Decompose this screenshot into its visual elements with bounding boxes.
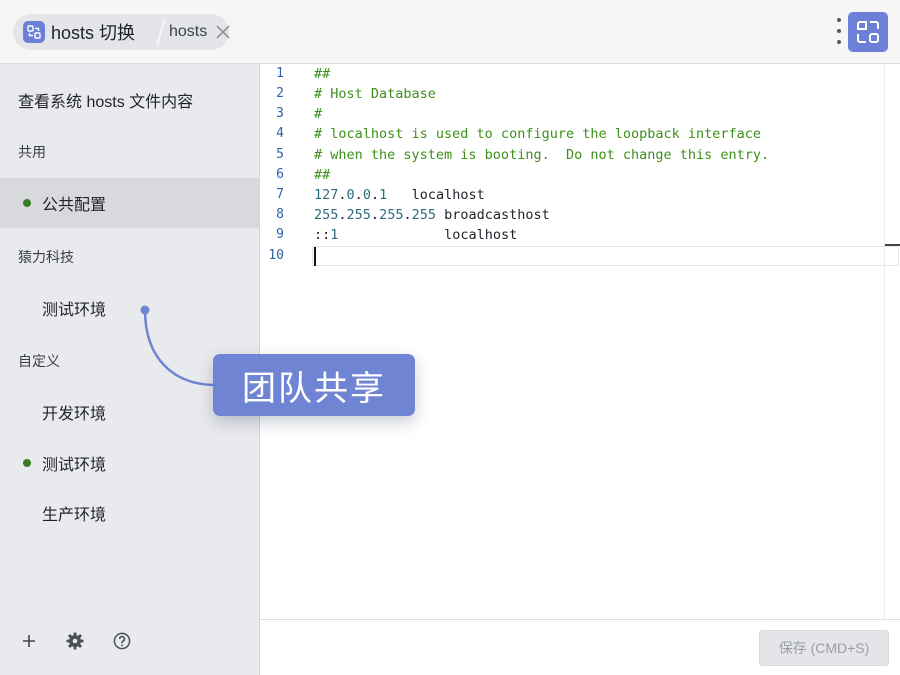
scroll-position-marker [885,244,900,246]
enabled-dot [23,459,31,467]
tab-strip: hosts 切换 hosts [13,14,231,50]
app-logo-icon [23,21,45,43]
sidebar-item-public-config[interactable]: 公共配置 [0,178,259,228]
code-line: # localhost is used to configure the loo… [314,126,762,142]
code-line-broadcast: 255.255.255.255 broadcasthost [314,205,550,225]
code-line: # when the system is booting. Do not cha… [314,147,770,163]
line-number: 4 [276,126,284,141]
ip-octet: 255 [314,207,339,223]
line-number: 8 [276,207,284,222]
view-system-hosts[interactable]: 查看系统 hosts 文件内容 [18,88,193,112]
hosts-editor[interactable]: 1 2 3 4 5 6 7 8 9 10 ## # Host Database … [260,64,900,620]
line-number: 1 [276,66,284,81]
line-number: 5 [276,147,284,162]
help-icon[interactable] [111,630,133,652]
line-number: 7 [276,187,284,202]
sidebar-item-label: 测试环境 [42,302,107,319]
switch-icon [857,21,879,43]
plus-icon[interactable] [18,630,40,652]
tab-label: hosts [169,23,208,40]
line-number: 9 [276,227,284,242]
group-label-custom: 自定义 [18,353,60,369]
sidebar-item-prod[interactable]: 生产环境 [0,488,259,538]
hostname: localhost [411,187,485,203]
ip-octet: 0 [346,187,355,203]
sidebar-item-label: 开发环境 [42,406,107,423]
line-number-gutter: 1 2 3 4 5 6 7 8 9 10 [260,64,306,620]
title-bar: hosts 切换 hosts [0,0,900,64]
ip-dot: . [403,207,412,223]
ip-dot: . [370,187,380,203]
hostname: localhost [444,227,518,243]
ip-octet: 127 [314,187,339,203]
enabled-dot [23,199,31,207]
ip-dot: . [370,207,380,223]
sidebar-item-team-test[interactable]: 测试环境 [0,283,259,333]
gear-icon[interactable] [64,630,86,652]
sidebar-item-test[interactable]: 测试环境 [0,438,259,488]
ipv6-separator: :: [314,227,331,243]
ip-dot: . [338,207,347,223]
save-button[interactable]: 保存 (CMD+S) [759,630,889,666]
code-line: # Host Database [314,86,436,102]
line-number: 6 [276,167,284,182]
ip-octet: 255 [346,207,371,223]
ip-octet: 255 [379,207,404,223]
sidebar-item-label: 生产环境 [42,507,107,524]
line-number: 2 [276,86,284,101]
ip-octet: 0 [362,187,371,203]
sidebar-footer [0,630,259,654]
ip-dot: . [354,187,363,203]
ip-octet: 255 [411,207,436,223]
more-menu-icon[interactable] [834,18,844,44]
active-line-highlight [312,246,899,266]
code-line-ipv6: ::1 localhost [314,225,517,245]
group-label-shared: 共用 [18,144,46,160]
group-label-team: 猿力科技 [18,249,74,265]
app-title: hosts 切换 [51,23,136,43]
ip-dot: . [338,187,347,203]
editor-scrollbar-track[interactable] [884,64,885,620]
close-icon[interactable] [215,24,231,40]
hostname: broadcasthost [444,207,550,223]
code-line: # [314,106,323,122]
sidebar-item-label: 公共配置 [42,197,107,214]
team-share-callout: 团队共享 [213,354,415,416]
text-caret [314,247,316,266]
tab-app[interactable]: hosts 切换 [21,18,157,46]
tab-hosts-file[interactable]: hosts [169,18,231,46]
editor-footer: 保存 (CMD+S) [260,619,900,675]
line-number: 10 [268,248,284,263]
sidebar-item-label: 测试环境 [42,457,107,474]
switch-hosts-button[interactable] [848,12,888,52]
line-number: 3 [276,106,284,121]
tab-divider [156,17,166,47]
code-line-localhost: 127.0.0.1 localhost [314,185,485,205]
code-line: ## [314,167,331,183]
ip-octet: 1 [379,187,388,203]
code-line: ## [314,66,331,82]
